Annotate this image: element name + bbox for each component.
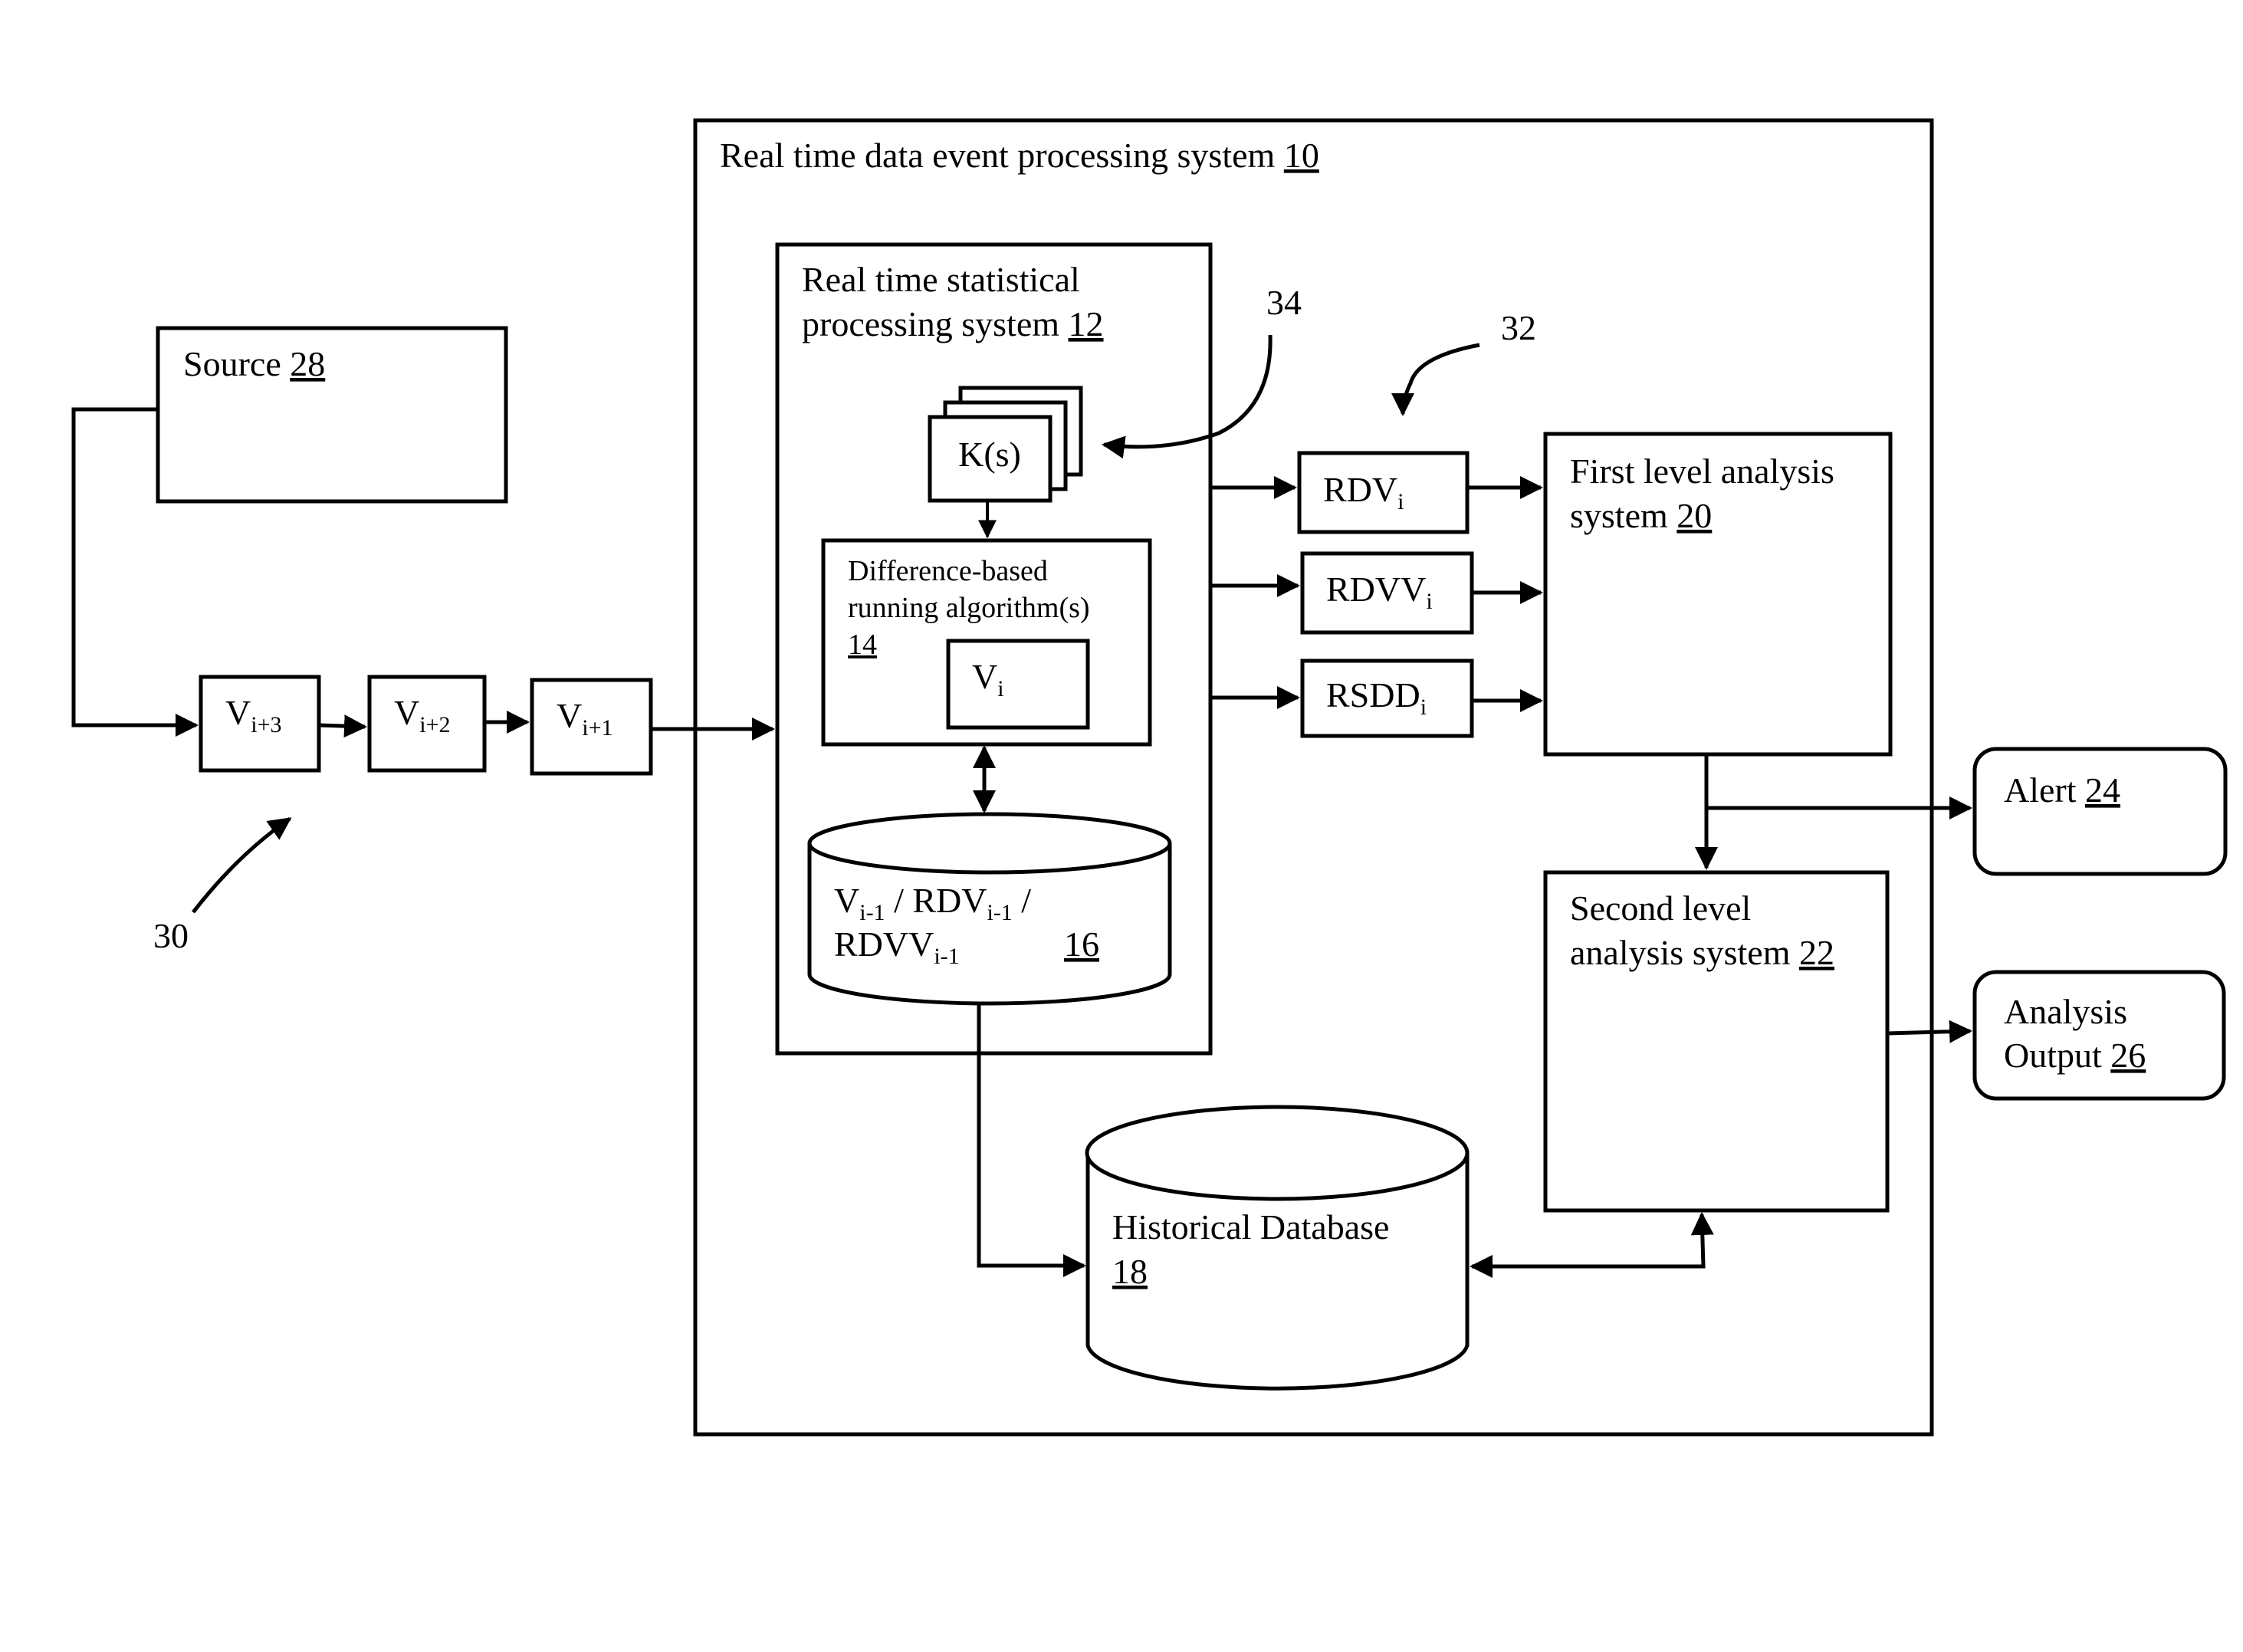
constants-callout-label: 34 xyxy=(1266,283,1302,322)
alert-box: Alert 24 xyxy=(1972,747,2228,876)
algorithm-box: Difference-based running algorithm(s) 14… xyxy=(821,538,1152,747)
stream-callout-label: 30 xyxy=(153,916,189,955)
second-level-line1: Second level xyxy=(1570,888,1751,928)
output-box-rdvv: RDVVi xyxy=(1300,551,1474,635)
stream-callout-arrow xyxy=(192,816,292,914)
stream-item: Vi+3 xyxy=(199,675,321,773)
stat-system-title-line1: Real time statistical xyxy=(802,260,1080,299)
stream-item: Vi+1 xyxy=(530,678,653,776)
state-store-ref: 16 xyxy=(1064,925,1099,964)
algorithm-line2: running algorithm(s) xyxy=(848,592,1090,624)
outer-system-title: Real time data event processing system 1… xyxy=(720,136,1319,175)
stream-item: Vi+2 xyxy=(367,675,487,773)
historical-db-cylinder: Historical Database 18 xyxy=(1085,1105,1470,1391)
analysis-output-line2: Output 26 xyxy=(2004,1036,2146,1075)
source-label: Source 28 xyxy=(183,344,325,383)
output-box-rdv: RDVi xyxy=(1297,451,1470,534)
output-box-rsdd: RSDDi xyxy=(1300,659,1474,738)
current-value-box xyxy=(946,639,1090,730)
stream-arrow xyxy=(318,714,367,738)
alert-label: Alert 24 xyxy=(2004,770,2120,810)
algorithm-ref: 14 xyxy=(848,629,877,661)
analysis-output-box: Analysis Output 26 xyxy=(1972,970,2226,1101)
diagram-canvas: Real time data event processing system 1… xyxy=(71,118,2228,1437)
analysis-output-line1: Analysis xyxy=(2004,992,2127,1031)
svg-text:RDVi: RDVi xyxy=(1323,470,1404,514)
historical-db-ref: 18 xyxy=(1112,1252,1148,1291)
stat-system-title-line2: processing system 12 xyxy=(802,304,1104,343)
first-level-line1: First level analysis xyxy=(1570,452,1834,491)
svg-text:RDVVi: RDVVi xyxy=(1326,570,1433,614)
historical-db-label: Historical Database xyxy=(1112,1207,1389,1246)
first-level-box: First level analysis system 20 xyxy=(1543,432,1893,757)
outputs-callout-label: 32 xyxy=(1501,308,1536,347)
state-store-cylinder: Vi-1 / RDVi-1 / RDVVi-1 16 xyxy=(807,812,1172,1006)
second-to-output-arrow xyxy=(1887,1020,1972,1043)
constants-label: K(s) xyxy=(958,435,1021,474)
source-box: Source 28 xyxy=(156,326,508,504)
algorithm-line1: Difference-based xyxy=(848,555,1048,587)
svg-text:RSDDi: RSDDi xyxy=(1326,675,1427,720)
second-level-line2: analysis system 22 xyxy=(1570,933,1834,972)
first-level-line2: system 20 xyxy=(1570,496,1712,535)
second-level-box: Second level analysis system 22 xyxy=(1543,870,1890,1213)
constants-stack: K(s) xyxy=(928,386,1083,503)
